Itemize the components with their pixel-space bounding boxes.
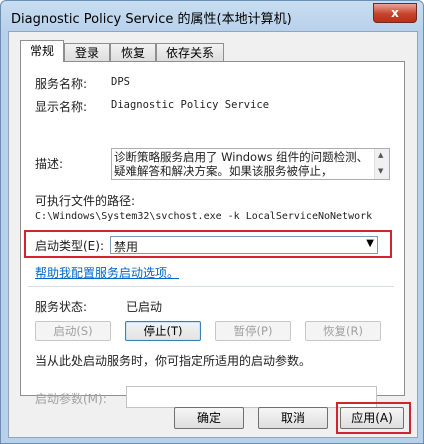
tab-general[interactable]: 常规: [20, 40, 64, 62]
service-name-value: DPS: [111, 76, 130, 88]
service-status-value: 已启动: [126, 300, 163, 314]
tab-dependencies[interactable]: 依存关系: [156, 43, 224, 62]
tab-logon[interactable]: 登录: [64, 43, 110, 62]
resume-button[interactable]: 恢复(R): [305, 321, 381, 341]
exec-path-value: C:\Windows\System32\svchost.exe -k Local…: [35, 211, 373, 222]
divider: [28, 286, 394, 287]
service-name-label: 服务名称:: [35, 77, 88, 91]
close-button[interactable]: x: [373, 3, 417, 23]
display-name-value: Diagnostic Policy Service: [111, 99, 270, 111]
tab-recovery[interactable]: 恢复: [110, 43, 156, 62]
scroll-down-icon[interactable]: ▼: [378, 167, 383, 175]
startup-type-label: 启动类型(E):: [35, 239, 104, 253]
pause-button[interactable]: 暂停(P): [215, 321, 291, 341]
dialog-client-area: 常规 登录 恢复 依存关系 服务名称: DPS 显示名称: Diagnostic…: [8, 31, 418, 438]
chevron-down-icon[interactable]: ▼: [366, 238, 374, 249]
start-button[interactable]: 启动(S): [35, 321, 111, 341]
apply-button[interactable]: 应用(A): [340, 407, 404, 429]
scroll-up-icon[interactable]: ▲: [378, 151, 383, 159]
cancel-button[interactable]: 取消: [258, 407, 328, 429]
description-label: 描述:: [35, 157, 64, 171]
startup-type-value: 禁用: [114, 240, 139, 254]
general-tab-panel: 服务名称: DPS 显示名称: Diagnostic Policy Servic…: [20, 61, 405, 408]
startup-type-select[interactable]: 禁用 ▼: [110, 236, 378, 254]
description-scrollbar[interactable]: ▲ ▼: [374, 149, 389, 179]
display-name-label: 显示名称:: [35, 100, 88, 114]
title-bar[interactable]: Diagnostic Policy Service 的属性(本地计算机) x: [1, 1, 423, 31]
help-configure-link[interactable]: 帮助我配置服务启动选项。: [35, 264, 179, 281]
start-params-label: 启动参数(M):: [35, 392, 107, 406]
stop-button[interactable]: 停止(T): [125, 321, 201, 341]
start-params-hint: 当从此处启动服务时，你可指定所适用的启动参数。: [35, 354, 312, 368]
service-status-label: 服务状态:: [35, 300, 88, 314]
exec-path-label: 可执行文件的路径:: [35, 194, 136, 208]
ok-button[interactable]: 确定: [174, 407, 244, 429]
window-title: Diagnostic Policy Service 的属性(本地计算机): [11, 12, 292, 27]
properties-window: Diagnostic Policy Service 的属性(本地计算机) x 常…: [0, 0, 424, 444]
description-text: 诊断策略服务启用了 Windows 组件的问题检测、疑难解答和解决方案。如果该服…: [114, 150, 369, 178]
description-box[interactable]: 诊断策略服务启用了 Windows 组件的问题检测、疑难解答和解决方案。如果该服…: [111, 148, 390, 180]
